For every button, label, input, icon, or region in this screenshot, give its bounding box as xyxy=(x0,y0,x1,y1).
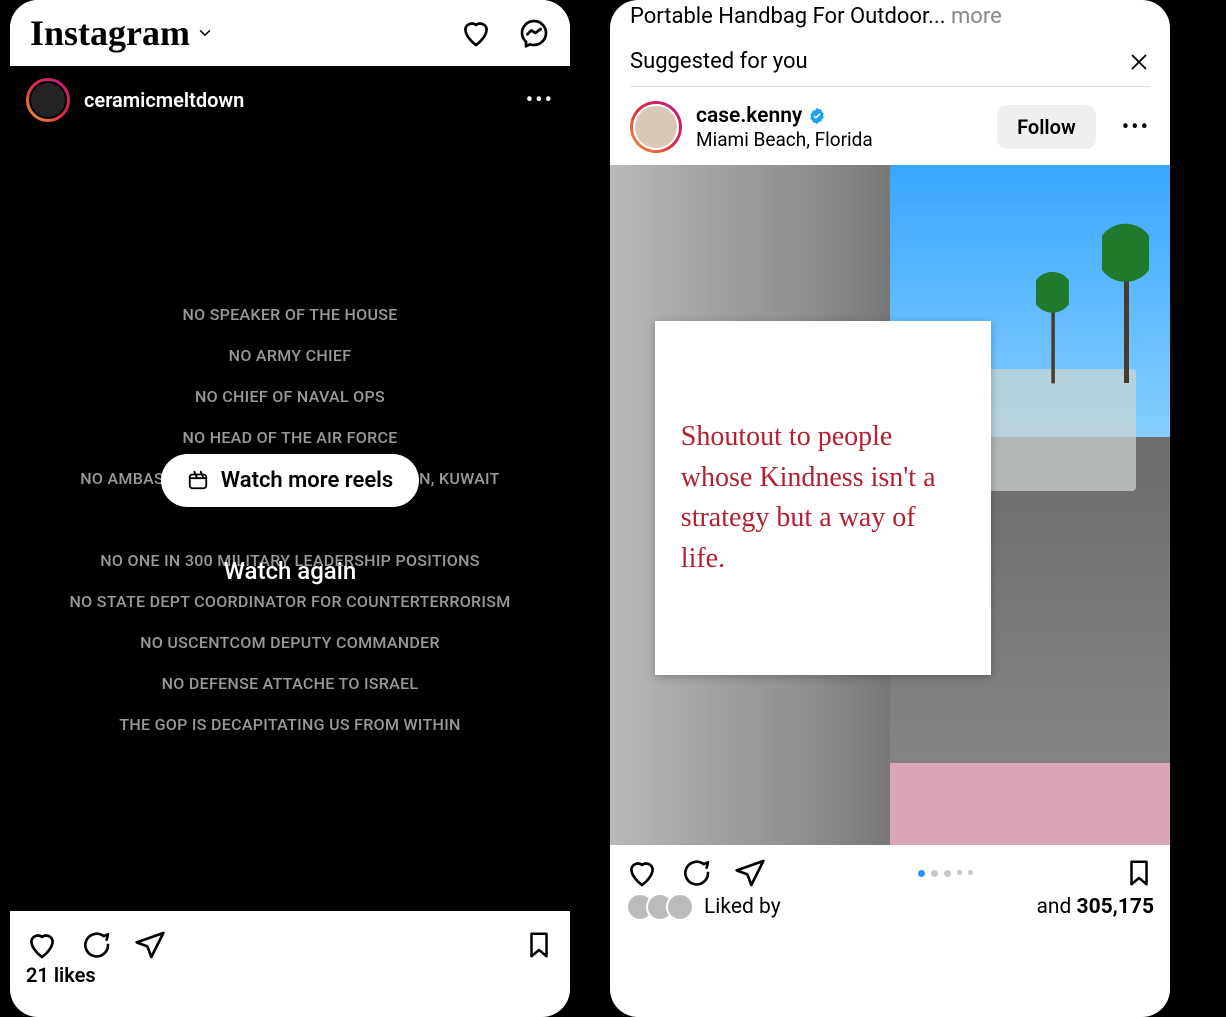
follow-button[interactable]: Follow xyxy=(997,105,1096,149)
author-avatar[interactable] xyxy=(630,101,682,153)
reel-line: THE GOP IS DECAPITATING US FROM WITHIN xyxy=(119,715,460,734)
author-username[interactable]: ceramicmeltdown xyxy=(84,88,244,112)
reel-line: NO SPEAKER OF THE HOUSE xyxy=(182,305,397,324)
caption-more-button[interactable]: more xyxy=(951,4,1002,29)
divider xyxy=(630,86,1150,87)
reel-line xyxy=(288,510,292,529)
post-action-row xyxy=(10,911,570,963)
reel-line: NO USCENTCOM DEPUTY COMMANDER xyxy=(140,633,440,652)
post-action-row xyxy=(610,845,1170,891)
comment-icon[interactable] xyxy=(80,929,112,961)
note-card: Shoutout to people whose Kindness isn't … xyxy=(655,321,991,675)
suggested-heading: Suggested for you xyxy=(630,49,808,74)
reels-icon xyxy=(187,469,209,491)
note-text: Shoutout to people whose Kindness isn't … xyxy=(681,417,965,579)
reel-line: NO CHIEF OF NAVAL OPS xyxy=(195,387,385,406)
carousel-dot xyxy=(918,870,925,877)
reel-line: NO DEFENSE ATTACHE TO ISRAEL xyxy=(162,674,419,693)
share-icon[interactable] xyxy=(134,929,166,961)
watch-more-reels-button[interactable]: Watch more reels xyxy=(161,454,419,507)
reel-line: NO ARMY CHIEF xyxy=(229,346,352,365)
liked-by-avatars xyxy=(626,893,694,921)
reel-media[interactable]: NO SPEAKER OF THE HOUSE NO ARMY CHIEF NO C… xyxy=(10,134,570,904)
carousel-dot xyxy=(944,870,951,877)
watch-again-button[interactable]: Watch again xyxy=(224,557,356,585)
left-phone: Instagram ceramicmeltdown ••• NO SPEAKER… xyxy=(10,0,570,1017)
ig-logo-text: Instagram xyxy=(30,15,190,51)
author-avatar[interactable] xyxy=(26,78,70,122)
close-icon[interactable] xyxy=(1128,51,1150,73)
save-icon[interactable] xyxy=(1124,858,1154,888)
like-icon[interactable] xyxy=(626,857,658,889)
likes-count[interactable]: 21 likes xyxy=(10,963,570,987)
carousel-dots[interactable] xyxy=(918,870,973,877)
author-location[interactable]: Miami Beach, Florida xyxy=(696,128,873,151)
carousel-dot xyxy=(957,870,962,875)
reel-line: NO HEAD OF THE AIR FORCE xyxy=(182,428,397,447)
comment-icon[interactable] xyxy=(680,857,712,889)
post-menu-button[interactable]: ••• xyxy=(526,88,554,113)
liked-by-line[interactable]: Liked by and 305,175 xyxy=(610,891,1170,921)
reel-line: NO STATE DEPT COORDINATOR FOR COUNTERTER… xyxy=(69,592,510,611)
carousel-dot xyxy=(968,870,973,875)
messenger-icon[interactable] xyxy=(518,17,550,49)
prev-post-caption-fragment[interactable]: Portable Handbag For Outdoor... more xyxy=(610,0,1170,41)
chevron-down-icon xyxy=(196,24,214,42)
carousel-dot xyxy=(931,870,938,877)
share-icon[interactable] xyxy=(734,857,766,889)
post-menu-button[interactable]: ••• xyxy=(1122,115,1150,140)
reel-post: ceramicmeltdown ••• NO SPEAKER OF THE HO… xyxy=(10,66,570,911)
reel-text-content: NO SPEAKER OF THE HOUSE NO ARMY CHIEF NO C… xyxy=(39,305,540,734)
activity-heart-icon[interactable] xyxy=(460,17,492,49)
right-phone: Portable Handbag For Outdoor... more Sug… xyxy=(610,0,1170,1017)
save-icon[interactable] xyxy=(524,930,554,960)
post-photo[interactable]: Shoutout to people whose Kindness isn't … xyxy=(610,165,1170,845)
ig-header: Instagram xyxy=(10,0,570,66)
ig-logo-dropdown[interactable]: Instagram xyxy=(30,15,214,51)
like-icon[interactable] xyxy=(26,929,58,961)
verified-badge-icon xyxy=(808,107,826,125)
author-username[interactable]: case.kenny xyxy=(696,104,873,128)
